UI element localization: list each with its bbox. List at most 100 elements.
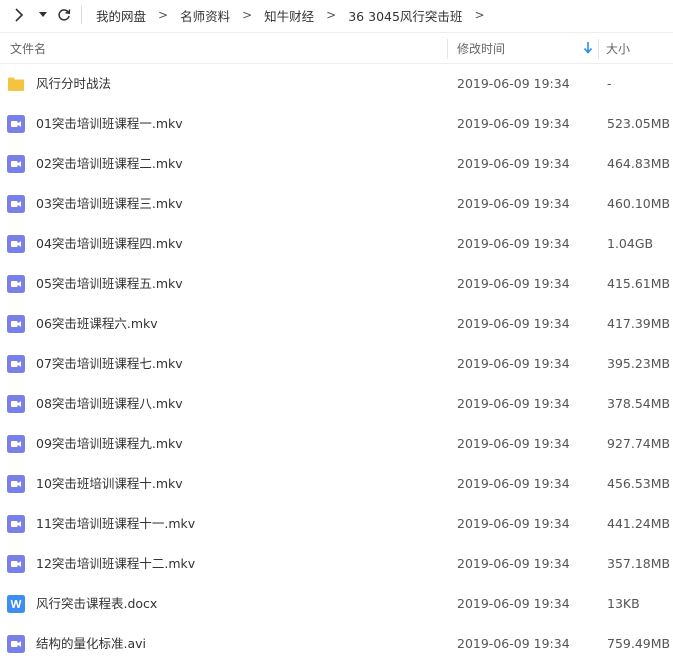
file-row[interactable]: 11突击培训班课程十一.mkv 2019-06-09 19:34 441.24MB [0,504,673,544]
file-size: 927.74MB [607,436,671,451]
file-size: 441.24MB [607,516,671,531]
breadcrumb-item-current-folder[interactable]: 36 3045风行突击班 [342,6,468,25]
file-modified-time: 2019-06-09 19:34 [457,356,570,371]
file-name[interactable]: 02突击培训班课程二.mkv [36,144,183,184]
file-size: 1.04GB [607,236,654,251]
history-dropdown-button[interactable] [37,0,49,30]
file-modified-time: 2019-06-09 19:34 [457,276,570,291]
file-row[interactable]: 风行突击课程表.docx 2019-06-09 19:34 13KB [0,584,673,624]
forward-button[interactable] [10,0,28,30]
video-file-icon [7,475,25,493]
navigation-bar: 我的网盘 > 名师资料 > 知牛财经 > 36 3045风行突击班 > [0,0,673,30]
file-size: 759.49MB [607,636,671,651]
refresh-icon [58,9,71,21]
file-modified-time: 2019-06-09 19:34 [457,436,570,451]
breadcrumb-item-zhiniu[interactable]: 知牛财经 [258,6,320,25]
file-name[interactable]: 05突击培训班课程五.mkv [36,264,183,304]
file-row[interactable]: 05突击培训班课程五.mkv 2019-06-09 19:34 415.61MB [0,264,673,304]
file-modified-time: 2019-06-09 19:34 [457,636,570,651]
file-size: 523.05MB [607,116,671,131]
column-divider[interactable] [598,39,599,59]
video-file-icon [7,275,25,293]
file-row[interactable]: 10突击班培训课程十.mkv 2019-06-09 19:34 456.53MB [0,464,673,504]
file-name[interactable]: 09突击培训班课程九.mkv [36,424,183,464]
file-name[interactable]: 04突击培训班课程四.mkv [36,224,183,264]
video-file-icon [7,235,25,253]
file-row[interactable]: 12突击培训班课程十二.mkv 2019-06-09 19:34 357.18MB [0,544,673,584]
file-name[interactable]: 07突击培训班课程七.mkv [36,344,183,384]
breadcrumb: 我的网盘 > 名师资料 > 知牛财经 > 36 3045风行突击班 > [90,0,491,30]
breadcrumb-separator[interactable]: > [468,8,490,22]
file-modified-time: 2019-06-09 19:34 [457,556,570,571]
file-list: 风行分时战法 2019-06-09 19:34 - 01突击培训班课程一.mkv 201… [0,64,673,664]
file-modified-time: 2019-06-09 19:34 [457,476,570,491]
breadcrumb-separator: > [242,8,253,22]
file-name[interactable]: 结构的量化标准.avi [36,624,146,664]
file-name[interactable]: 风行突击课程表.docx [36,584,157,624]
file-modified-time: 2019-06-09 19:34 [457,116,570,131]
file-size: 456.53MB [607,476,671,491]
file-row[interactable]: 06突击班课程六.mkv 2019-06-09 19:34 417.39MB [0,304,673,344]
file-name[interactable]: 01突击培训班课程一.mkv [36,104,183,144]
file-size: 378.54MB [607,396,671,411]
file-modified-time: 2019-06-09 19:34 [457,516,570,531]
video-file-icon [7,515,25,533]
file-name[interactable]: 03突击培训班课程三.mkv [36,184,183,224]
file-row[interactable]: 02突击培训班课程二.mkv 2019-06-09 19:34 464.83MB [0,144,673,184]
file-size: 357.18MB [607,556,671,571]
column-header-size[interactable]: 大小 [606,33,666,63]
file-name[interactable]: 风行分时战法 [36,64,111,104]
file-size: 464.83MB [607,156,671,171]
file-modified-time: 2019-06-09 19:34 [457,156,570,171]
file-name[interactable]: 11突击培训班课程十一.mkv [36,504,195,544]
column-header-modified-time[interactable]: 修改时间 [457,33,597,63]
breadcrumb-item-teacher-materials[interactable]: 名师资料 [174,6,236,25]
column-header-name[interactable]: 文件名 [10,33,440,63]
file-row[interactable]: 03突击培训班课程三.mkv 2019-06-09 19:34 460.10MB [0,184,673,224]
file-row[interactable]: 01突击培训班课程一.mkv 2019-06-09 19:34 523.05MB [0,104,673,144]
file-modified-time: 2019-06-09 19:34 [457,196,570,211]
file-row[interactable]: 风行分时战法 2019-06-09 19:34 - [0,64,673,104]
caret-down-icon [39,12,47,17]
video-file-icon [7,395,25,413]
file-name[interactable]: 06突击班课程六.mkv [36,304,158,344]
file-row[interactable]: 09突击培训班课程九.mkv 2019-06-09 19:34 927.74MB [0,424,673,464]
file-modified-time: 2019-06-09 19:34 [457,236,570,251]
sort-down-arrow-icon[interactable] [583,41,593,55]
nav-divider [81,6,82,24]
file-modified-time: 2019-06-09 19:34 [457,316,570,331]
file-browser: 我的网盘 > 名师资料 > 知牛财经 > 36 3045风行突击班 > 文件名 … [0,0,673,664]
video-file-icon [7,115,25,133]
video-file-icon [7,355,25,373]
video-file-icon [7,435,25,453]
file-row[interactable]: 08突击培训班课程八.mkv 2019-06-09 19:34 378.54MB [0,384,673,424]
refresh-button[interactable] [55,0,73,30]
file-size: 395.23MB [607,356,671,371]
file-modified-time: 2019-06-09 19:34 [457,76,570,91]
column-divider[interactable] [447,39,448,59]
video-file-icon [7,635,25,653]
file-size: 13KB [607,596,640,611]
file-name[interactable]: 12突击培训班课程十二.mkv [36,544,195,584]
video-file-icon [7,195,25,213]
file-row[interactable]: 07突击培训班课程七.mkv 2019-06-09 19:34 395.23MB [0,344,673,384]
file-row[interactable]: 结构的量化标准.avi 2019-06-09 19:34 759.49MB [0,624,673,664]
file-name[interactable]: 10突击班培训课程十.mkv [36,464,183,504]
file-size: - [607,76,612,91]
breadcrumb-separator: > [158,8,169,22]
file-size: 460.10MB [607,196,671,211]
video-file-icon [7,555,25,573]
file-size: 417.39MB [607,316,671,331]
folder-icon [7,75,25,93]
video-file-icon [7,155,25,173]
video-file-icon [7,315,25,333]
chevron-right-icon [15,8,24,22]
file-name[interactable]: 08突击培训班课程八.mkv [36,384,183,424]
file-modified-time: 2019-06-09 19:34 [457,396,570,411]
file-size: 415.61MB [607,276,671,291]
breadcrumb-separator: > [326,8,337,22]
file-modified-time: 2019-06-09 19:34 [457,596,570,611]
breadcrumb-item-my-drive[interactable]: 我的网盘 [90,6,152,25]
column-header: 文件名 修改时间 大小 [0,32,673,64]
file-row[interactable]: 04突击培训班课程四.mkv 2019-06-09 19:34 1.04GB [0,224,673,264]
